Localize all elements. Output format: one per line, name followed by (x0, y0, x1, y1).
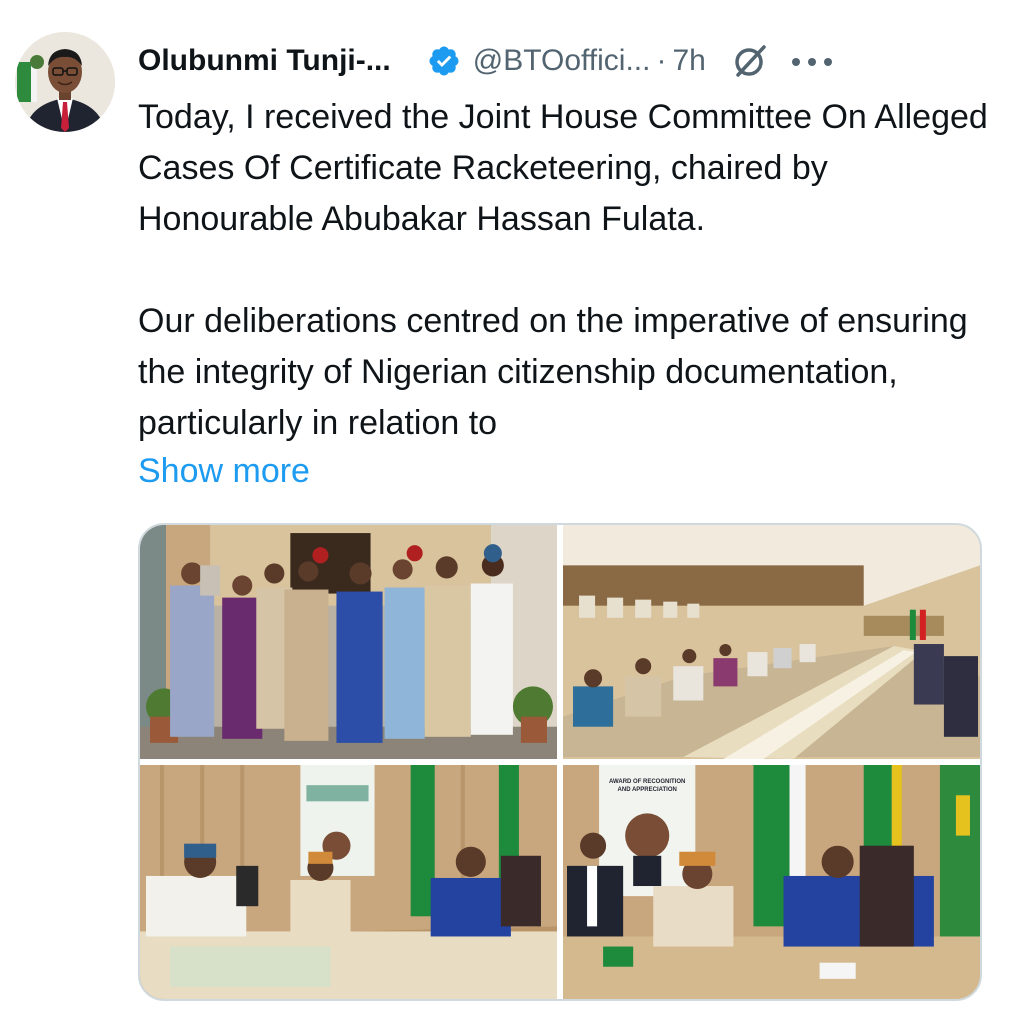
media-grid: AWARD OF RECOGNITION AND APPRECIATION (138, 523, 982, 1001)
avatar-portrait (15, 32, 115, 132)
photo-group[interactable] (140, 525, 557, 759)
tweet-paragraph-2: Our deliberations centred on the imperat… (138, 302, 968, 442)
tweet-text: Today, I received the Joint House Commit… (138, 92, 998, 449)
tweet-timestamp[interactable]: 7h (672, 44, 705, 78)
tweet-paragraph-1: Today, I received the Joint House Commit… (138, 98, 988, 238)
svg-text:AWARD OF RECOGNITION: AWARD OF RECOGNITION (609, 779, 685, 785)
photo-conference-room[interactable] (563, 525, 980, 759)
author-name[interactable]: Olubunmi Tunji-... (138, 44, 391, 78)
author-handle[interactable]: @BTOoffici... (473, 44, 651, 78)
tweet-header: Olubunmi Tunji-... @BTOoffici... · 7h (138, 36, 1008, 86)
verified-badge-icon (427, 44, 461, 78)
show-more-link[interactable]: Show more (138, 446, 310, 497)
grok-icon[interactable] (730, 41, 770, 81)
more-options-icon[interactable] (788, 55, 836, 67)
photo-meeting-left[interactable] (140, 765, 557, 999)
svg-text:AND APPRECIATION: AND APPRECIATION (618, 787, 677, 793)
author-avatar[interactable] (15, 32, 115, 132)
photo-meeting-right[interactable]: AWARD OF RECOGNITION AND APPRECIATION (563, 765, 980, 999)
separator-dot: · (656, 44, 667, 77)
